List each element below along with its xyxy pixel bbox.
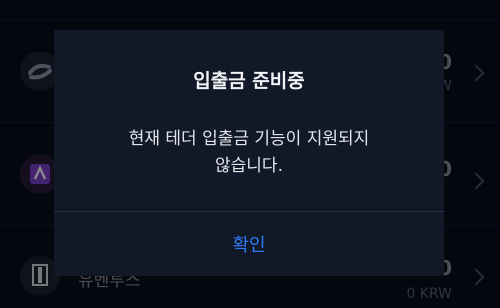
dialog-title: 입출금 준비중	[193, 70, 305, 92]
confirm-button[interactable]: 확인	[54, 212, 444, 276]
alert-dialog: 입출금 준비중 현재 테더 입출금 기능이 지원되지 않습니다. 확인	[54, 30, 444, 276]
dialog-message: 현재 테더 입출금 기능이 지원되지 않습니다.	[128, 129, 370, 176]
